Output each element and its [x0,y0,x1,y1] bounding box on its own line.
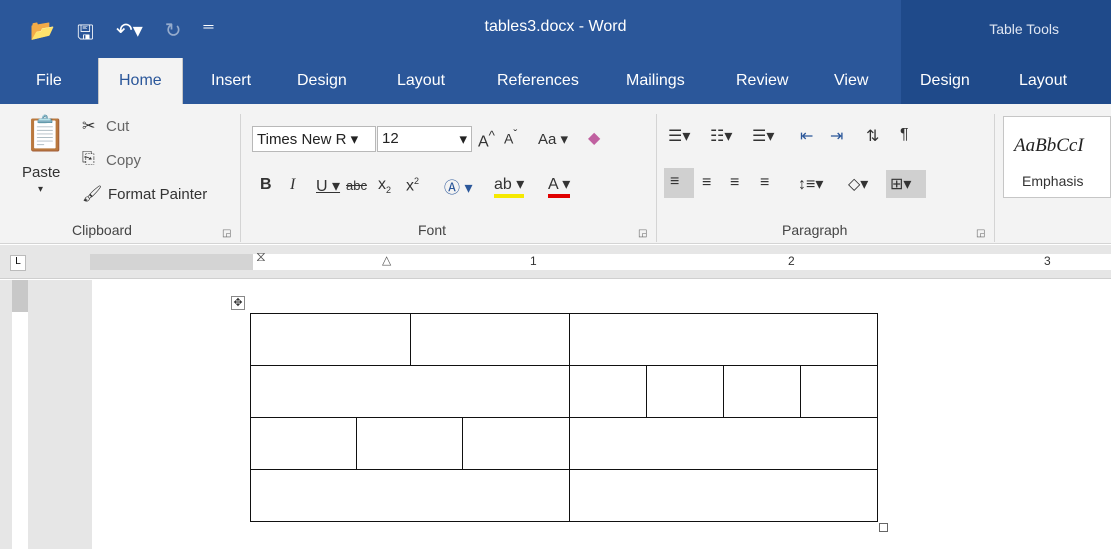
dialog-launcher-icon[interactable]: ◲ [222,228,231,239]
font-size-dropdown[interactable]: 12 ▾ [377,126,472,152]
table-cell[interactable] [723,365,801,418]
copy-icon[interactable]: ⎘ [82,150,95,168]
table-cell[interactable] [569,365,647,418]
tab-view[interactable]: View [834,72,868,90]
dialog-launcher-icon[interactable]: ◲ [638,228,647,239]
tab-table-design[interactable]: Design [920,72,970,90]
sort-icon[interactable]: ⇅ [866,126,879,146]
borders-icon[interactable]: ⊞▾ [886,170,926,198]
change-case-button[interactable]: Aa ▾ [538,130,568,148]
multilevel-list-icon[interactable]: ☰▾ [752,126,774,146]
tab-selector-icon[interactable]: L [10,255,26,271]
superscript-icon[interactable]: x2 [406,176,419,195]
tab-home[interactable]: Home [98,58,183,105]
italic-icon[interactable]: I [290,176,295,194]
format-painter-icon[interactable]: 🖌 [82,184,102,204]
table-cell[interactable] [410,313,570,366]
grow-font-icon[interactable]: A^ [478,128,495,151]
cut-button[interactable]: Cut [106,118,129,135]
table-cell[interactable] [646,365,724,418]
clipboard-group-label: Clipboard [72,222,132,238]
chevron-down-icon[interactable]: ▾ [38,184,43,195]
style-name: Emphasis [1022,173,1084,189]
show-hide-icon[interactable]: ¶ [900,126,909,144]
font-group-label: Font [418,222,447,238]
font-color-icon[interactable]: A ▾ [548,174,571,198]
tab-insert[interactable]: Insert [211,72,251,90]
window-title: tables3.docx - Word [484,18,627,35]
clear-formatting-icon[interactable]: ◆ [588,128,600,148]
tab-table-layout[interactable]: Layout [1019,72,1067,90]
justify-icon[interactable]: ≡ [760,174,769,192]
format-painter-button[interactable]: Format Painter [108,186,207,203]
table-cell[interactable] [250,469,570,522]
style-emphasis[interactable]: AaBbCcI Emphasis [1003,116,1111,198]
table-cell[interactable] [250,417,357,470]
table-cell[interactable] [569,417,878,470]
table-cell[interactable] [569,469,878,522]
title-bar: 📂 🖫 ↶▾ ↻ ═ tables3.docx - Word Table Too… [0,0,1111,58]
numbering-icon[interactable]: ☷▾ [710,126,732,146]
table-cell[interactable] [462,417,570,470]
ribbon-tabs: File Home Insert Design Layout Reference… [0,58,1111,105]
tab-review[interactable]: Review [736,72,788,90]
table-cell[interactable] [356,417,463,470]
ruler-mark: 1 [530,254,537,268]
tab-file[interactable]: File [36,72,62,90]
table-move-handle-icon[interactable]: ✥ [231,296,245,310]
strikethrough-icon[interactable]: abc [346,178,367,193]
align-center-icon[interactable]: ≡ [702,174,711,192]
subscript-icon[interactable]: x2 [378,176,391,195]
horizontal-ruler[interactable]: L ⧖ △ 1 2 3 [0,245,1111,279]
context-tab-label: Table Tools [989,21,1059,37]
paste-button[interactable]: Paste [22,164,60,181]
paragraph-group-label: Paragraph [782,222,848,238]
highlight-color-icon[interactable]: ab ▾ [494,174,525,198]
tab-mailings[interactable]: Mailings [626,72,685,90]
bold-icon[interactable]: B [260,176,272,194]
table-resize-handle-icon[interactable] [879,523,888,532]
table-cell[interactable] [800,365,878,418]
tab-layout[interactable]: Layout [397,72,445,90]
ribbon: 📋 Paste ▾ ✂ Cut ⎘ Copy 🖌 Format Painter … [0,104,1111,244]
align-left-icon[interactable]: ≡ [664,168,694,198]
page-margin [36,280,92,549]
paste-icon[interactable]: 📋 [24,114,66,154]
align-right-icon[interactable]: ≡ [730,174,739,192]
underline-icon[interactable]: U ▾ [316,176,340,196]
dialog-launcher-icon[interactable]: ◲ [976,228,985,239]
shrink-font-icon[interactable]: Aˇ [504,128,517,147]
copy-button[interactable]: Copy [106,152,141,169]
indent-marker-icon[interactable]: ⧖ [256,248,266,265]
line-spacing-icon[interactable]: ↕≡▾ [798,174,823,194]
tab-design[interactable]: Design [297,72,347,90]
text-effects-icon[interactable]: Ⓐ ▾ [444,174,472,198]
ruler-mark: 3 [1044,254,1051,268]
bullets-icon[interactable]: ☰▾ [668,126,690,146]
table-cell[interactable] [250,365,570,418]
font-face-dropdown[interactable]: Times New R ▾ [252,126,376,152]
increase-indent-icon[interactable]: ⇥ [830,126,843,146]
ruler-mark: 2 [788,254,795,268]
scissors-icon[interactable]: ✂ [82,116,95,136]
table-cell[interactable] [569,313,878,366]
tab-references[interactable]: References [497,72,579,90]
indent-marker-icon[interactable]: △ [382,253,391,267]
decrease-indent-icon[interactable]: ⇤ [800,126,813,146]
style-sample: AaBbCcI [1014,135,1084,156]
table-cell[interactable] [250,313,411,366]
vertical-ruler[interactable] [0,280,36,549]
shading-icon[interactable]: ◇▾ [848,174,868,194]
